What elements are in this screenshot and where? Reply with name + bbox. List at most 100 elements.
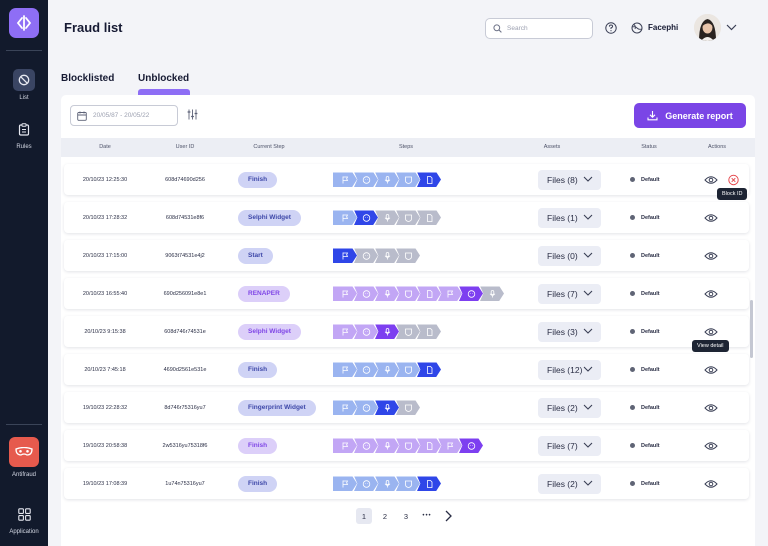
user-id-cell: 690d256091e8e1	[163, 290, 207, 297]
search-icon	[493, 24, 502, 33]
pagination: 1 2 3 •••	[356, 508, 456, 524]
view-detail-icon[interactable]	[704, 327, 718, 336]
step-icon	[426, 175, 432, 184]
step-chevron	[354, 286, 378, 301]
step-icon	[467, 441, 475, 450]
assets-label: Files (8)	[547, 174, 578, 185]
step-chevron	[354, 210, 378, 225]
help-icon[interactable]	[605, 22, 617, 34]
status-label: Default	[641, 480, 660, 487]
tab-blocklisted[interactable]: Blocklisted	[61, 73, 114, 84]
current-step-badge: RENAPER	[238, 285, 290, 302]
step-chevron	[333, 400, 357, 415]
step-icon	[362, 251, 370, 260]
view-detail-icon[interactable]	[704, 403, 718, 412]
generate-report-button[interactable]: Generate report	[634, 103, 746, 128]
step-chevron	[354, 362, 378, 377]
step-chevron	[396, 476, 420, 491]
sidebar-item-rules[interactable]: Rules	[0, 118, 48, 150]
assets-label: Files (7)	[547, 440, 578, 451]
page-title: Fraud list	[64, 20, 123, 35]
step-chevron	[375, 286, 399, 301]
sidebar-item-label: List	[19, 95, 29, 101]
app-logo[interactable]	[9, 8, 39, 38]
current-step-badge: Selphi Widget	[238, 209, 301, 226]
assets-dropdown[interactable]: Files (0)	[538, 245, 601, 266]
date-range-input[interactable]: 20/05/87 - 20/05/22	[70, 105, 178, 126]
step-icon	[384, 213, 390, 221]
view-detail-icon[interactable]	[704, 289, 718, 298]
logo-icon	[16, 15, 32, 31]
view-detail-icon[interactable]	[704, 213, 718, 222]
status-dot	[630, 443, 635, 448]
step-icon	[404, 442, 412, 450]
step-icon	[384, 289, 390, 297]
user-id-cell: 2w5316yu75318f6	[162, 442, 208, 449]
page-button[interactable]: 2	[377, 508, 393, 524]
search-input[interactable]: Search	[485, 18, 593, 39]
date-cell: 20/10/23 16:55:40	[82, 290, 128, 297]
status-dot	[630, 405, 635, 410]
fraud-table-panel: 20/05/87 - 20/05/22 Generate report Date…	[61, 95, 755, 546]
sidebar-item-label: Application	[9, 529, 39, 535]
status-dot	[630, 253, 635, 258]
assets-dropdown[interactable]: Files (1)	[538, 207, 601, 228]
table-row: 20/10/23 16:55:40 690d256091e8e1 RENAPER Fi…	[64, 278, 749, 309]
step-icon	[362, 289, 370, 298]
block-id-icon[interactable]	[728, 174, 739, 185]
page-ellipsis: •••	[422, 513, 432, 519]
steps-progress	[333, 210, 441, 225]
sidebar-item-application[interactable]: Application	[0, 503, 48, 535]
step-chevron	[459, 286, 483, 301]
view-detail-icon[interactable]	[704, 175, 718, 184]
view-detail-icon[interactable]	[704, 441, 718, 450]
assets-dropdown[interactable]: Files (12)	[538, 359, 601, 380]
sidebar-item-application-box	[13, 503, 35, 525]
assets-dropdown[interactable]: Files (7)	[538, 283, 601, 304]
tab-unblocked[interactable]: Unblocked	[138, 73, 189, 84]
assets-label: Files (1)	[547, 212, 578, 223]
filter-sliders-icon[interactable]	[187, 109, 198, 120]
sidebar-item-label: Rules	[16, 144, 32, 150]
page-button[interactable]: 1	[356, 508, 372, 524]
step-icon	[404, 366, 412, 374]
avatar[interactable]	[694, 14, 721, 41]
view-detail-icon[interactable]	[704, 251, 718, 260]
page-button[interactable]: 3	[398, 508, 414, 524]
chevron-right-icon[interactable]	[440, 508, 456, 524]
assets-dropdown[interactable]: Files (2)	[538, 397, 601, 418]
status-dot	[630, 329, 635, 334]
assets-label: Files (7)	[547, 288, 578, 299]
assets-dropdown[interactable]: Files (3)	[538, 321, 601, 342]
view-detail-icon[interactable]	[704, 365, 718, 374]
step-chevron	[375, 248, 399, 263]
column-header: Assets	[543, 144, 561, 150]
antifraud-button[interactable]	[9, 437, 39, 467]
chevron-down-icon	[583, 480, 593, 486]
sidebar-item-list[interactable]: List	[0, 69, 48, 101]
step-icon	[384, 479, 390, 487]
scrollbar[interactable]	[750, 300, 753, 358]
status-badge: Default	[630, 367, 660, 373]
step-chevron	[354, 324, 378, 339]
view-detail-icon[interactable]	[704, 479, 718, 488]
date-range-placeholder: 20/05/87 - 20/05/22	[93, 112, 150, 119]
status-dot	[630, 215, 635, 220]
assets-dropdown[interactable]: Files (8)	[538, 169, 601, 190]
column-header: Date	[99, 144, 111, 150]
calendar-icon	[77, 111, 87, 121]
step-icon	[447, 442, 453, 449]
step-chevron	[438, 438, 462, 453]
chevron-down-icon	[583, 214, 593, 220]
assets-dropdown[interactable]: Files (2)	[538, 473, 601, 494]
step-icon	[362, 175, 370, 184]
step-chevron	[375, 324, 399, 339]
step-chevron	[375, 476, 399, 491]
grid-icon	[17, 507, 31, 521]
status-badge: Default	[630, 405, 660, 411]
sidebar-divider	[6, 50, 42, 51]
clipboard-icon	[18, 122, 30, 136]
assets-dropdown[interactable]: Files (7)	[538, 435, 601, 456]
chevron-down-icon[interactable]	[726, 24, 737, 31]
step-icon	[404, 176, 412, 184]
